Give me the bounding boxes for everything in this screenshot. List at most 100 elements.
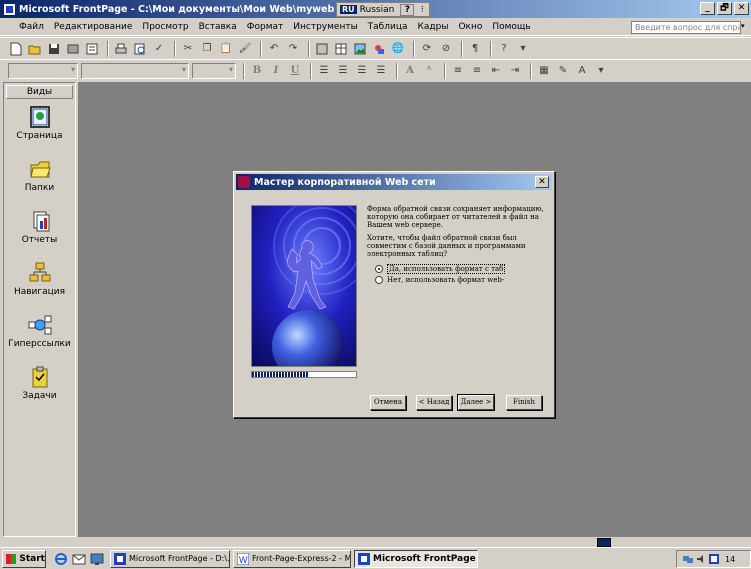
task-frontpage-active[interactable]: Microsoft FrontPage -... <box>354 549 478 568</box>
preview-icon[interactable] <box>132 41 148 57</box>
start-button[interactable]: Start <box>2 549 46 568</box>
bullets-icon[interactable]: ≡ <box>469 63 485 79</box>
language-options-icon[interactable]: ⁝ <box>418 5 426 15</box>
bold-button[interactable]: B <box>249 63 265 79</box>
ask-question-input[interactable]: Введите вопрос для спра <box>631 21 741 34</box>
menu-tools[interactable]: Инструменты <box>288 22 362 32</box>
ask-question-dropdown-icon[interactable]: ▾ <box>741 22 749 33</box>
view-page[interactable]: Страница <box>4 105 75 141</box>
finish-button[interactable]: Finish <box>506 395 542 410</box>
insert-table-icon[interactable] <box>333 41 349 57</box>
justify-icon[interactable]: ☰ <box>373 63 389 79</box>
task-frontpage-d[interactable]: Microsoft FrontPage - D:\... <box>110 549 230 568</box>
menu-frames[interactable]: Кадры <box>412 22 453 32</box>
radio-button-checked[interactable] <box>375 265 383 273</box>
decrease-indent-icon[interactable]: ⇤ <box>488 63 504 79</box>
scheduler-icon[interactable] <box>709 554 719 564</box>
decrease-font-icon[interactable]: ᴬ <box>421 63 437 79</box>
next-button[interactable]: Далее > <box>457 394 495 411</box>
show-all-icon[interactable]: ¶ <box>467 41 483 57</box>
outlook-express-icon[interactable] <box>72 552 86 566</box>
menu-file[interactable]: Файл <box>14 22 49 32</box>
dialog-message: Форма обратной связи сохраняет информаци… <box>367 205 547 263</box>
volume-icon[interactable] <box>696 554 706 564</box>
increase-font-icon[interactable]: A <box>402 63 418 79</box>
font-size-dropdown[interactable] <box>192 62 236 79</box>
internet-explorer-icon[interactable] <box>54 552 68 566</box>
language-code[interactable]: RU <box>340 5 357 14</box>
hyperlink-icon[interactable]: 🌐 <box>390 41 406 57</box>
align-left-icon[interactable]: ☰ <box>316 63 332 79</box>
underline-button[interactable]: U <box>287 63 303 79</box>
radio-option-web-format[interactable]: Нет, использовать формат web- <box>375 276 504 284</box>
language-bar[interactable]: RU Russian ? ⁝ <box>336 2 431 17</box>
view-reports[interactable]: Отчеты <box>4 209 75 245</box>
insert-picture-icon[interactable] <box>352 41 368 57</box>
clock[interactable]: 14 <box>725 555 735 564</box>
font-color-icon[interactable]: A <box>574 63 590 79</box>
radio-button-unchecked[interactable] <box>375 276 383 284</box>
restore-button[interactable]: 🗗 <box>717 2 732 15</box>
view-hyperlinks-label: Гиперссылки <box>8 339 71 349</box>
view-page-label: Страница <box>16 131 63 141</box>
network-icon[interactable] <box>683 554 693 564</box>
radio-option-tab-format[interactable]: Да, использовать формат с таб <box>375 264 506 274</box>
view-navigation[interactable]: Навигация <box>4 261 75 297</box>
menu-format[interactable]: Формат <box>242 22 289 32</box>
view-hyperlinks[interactable]: Гиперссылки <box>4 313 75 349</box>
language-name: Russian <box>359 4 395 15</box>
reports-icon <box>28 209 52 233</box>
status-indicator-icon[interactable] <box>597 538 611 547</box>
web-component-icon[interactable] <box>314 41 330 57</box>
radio-option-label: Нет, использовать формат web- <box>387 276 505 284</box>
folder-list-icon[interactable] <box>84 41 100 57</box>
copy-icon[interactable]: ❐ <box>199 41 215 57</box>
menu-window[interactable]: Окно <box>453 22 487 32</box>
task-front-page-express[interactable]: W Front-Page-Express-2 - Mic... <box>233 549 351 568</box>
view-folders[interactable]: Папки <box>4 157 75 193</box>
align-right-icon[interactable]: ☰ <box>354 63 370 79</box>
numbering-icon[interactable]: ≡ <box>450 63 466 79</box>
spelling-icon[interactable]: ✓ <box>151 41 167 57</box>
back-button[interactable]: < Назад <box>416 395 452 410</box>
open-icon[interactable] <box>27 41 43 57</box>
cut-icon[interactable]: ✂ <box>180 41 196 57</box>
toolbar-options-icon[interactable]: ▾ <box>593 63 609 79</box>
show-desktop-icon[interactable] <box>90 552 104 566</box>
frontpage-app-icon[interactable] <box>3 2 16 16</box>
undo-icon[interactable]: ↶ <box>266 41 282 57</box>
cancel-button[interactable]: Отмена <box>370 395 406 410</box>
dialog-title-bar[interactable]: Мастер корпоративной Web сети <box>236 174 552 190</box>
redo-icon[interactable]: ↷ <box>285 41 301 57</box>
help-icon[interactable]: ? <box>496 41 512 57</box>
stop-icon[interactable]: ⊘ <box>438 41 454 57</box>
menu-help[interactable]: Помощь <box>487 22 535 32</box>
paste-icon[interactable]: 📋 <box>218 41 234 57</box>
increase-indent-icon[interactable]: ⇥ <box>507 63 523 79</box>
view-tasks[interactable]: Задачи <box>4 365 75 401</box>
publish-icon[interactable] <box>65 41 81 57</box>
drawing-icon[interactable] <box>371 41 387 57</box>
format-painter-icon[interactable]: 🖌 <box>237 41 253 57</box>
close-button[interactable]: ✕ <box>734 2 749 15</box>
menu-edit[interactable]: Редактирование <box>49 22 138 32</box>
highlight-icon[interactable]: ✎ <box>555 63 571 79</box>
menu-table[interactable]: Таблица <box>363 22 413 32</box>
taskbar: Start Microsoft FrontPage - D:\... W Fro… <box>0 547 751 569</box>
save-icon[interactable] <box>46 41 62 57</box>
menu-view[interactable]: Просмотр <box>137 22 193 32</box>
italic-button[interactable]: I <box>268 63 284 79</box>
style-dropdown[interactable] <box>8 62 78 79</box>
title-bar[interactable]: Microsoft FrontPage - C:\Мои документы\М… <box>0 0 751 18</box>
minimize-button[interactable]: _ <box>700 2 715 15</box>
toolbar-options-icon[interactable]: ▾ <box>515 41 531 57</box>
font-dropdown[interactable] <box>81 62 189 79</box>
language-help-icon[interactable]: ? <box>400 3 415 16</box>
new-page-icon[interactable] <box>8 41 24 57</box>
borders-icon[interactable]: ▦ <box>536 63 552 79</box>
menu-insert[interactable]: Вставка <box>194 22 242 32</box>
print-icon[interactable] <box>113 41 129 57</box>
align-center-icon[interactable]: ☰ <box>335 63 351 79</box>
dialog-close-button[interactable]: ✕ <box>535 176 549 188</box>
refresh-icon[interactable]: ⟳ <box>419 41 435 57</box>
